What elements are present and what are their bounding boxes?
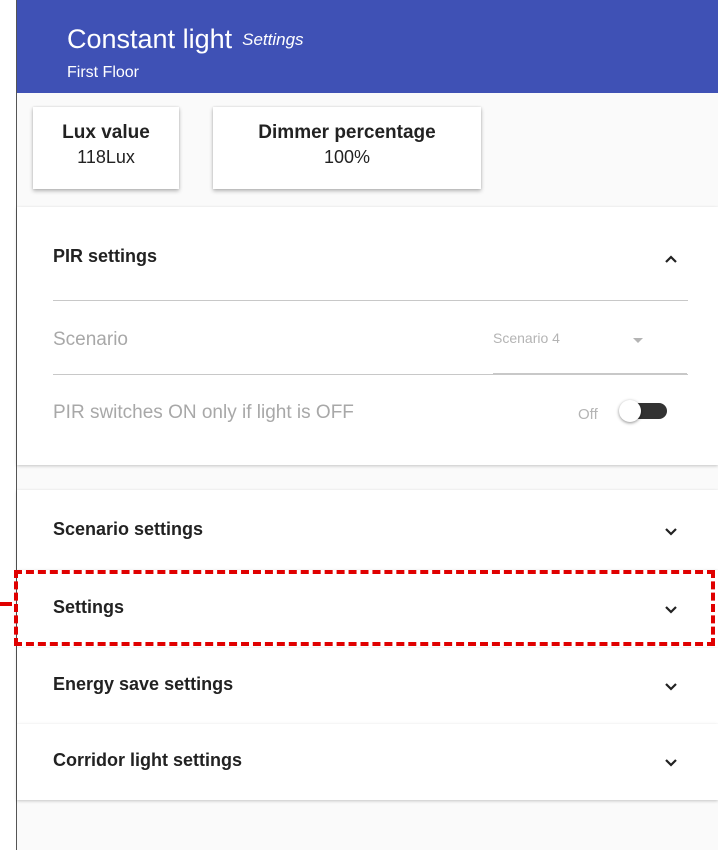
lux-value-card: Lux value 118Lux [33, 107, 179, 189]
settings-panel[interactable]: Settings [17, 570, 718, 648]
chevron-down-icon [665, 528, 677, 536]
scenario-label: Scenario [53, 329, 128, 350]
dimmer-percentage-value: 100% [323, 147, 371, 167]
lux-value: 118Lux [77, 147, 135, 167]
app-header: Constant light Settings First Floor [17, 0, 718, 93]
pir-settings-panel: PIR settings Scenario Scenario 4 PIR swi… [17, 207, 718, 465]
content-area: Lux value 118Lux Dimmer percentage 100% … [17, 93, 718, 850]
energy-save-settings-panel[interactable]: Energy save settings [17, 648, 718, 724]
page-title: Constant light Settings [67, 24, 304, 55]
pir-switch-state: Off [578, 406, 598, 423]
dimmer-percentage-label: Dimmer percentage [258, 122, 436, 143]
chevron-down-icon [665, 683, 677, 691]
scenario-row-divider [53, 374, 688, 375]
scenario-select[interactable]: Scenario 4 [493, 319, 687, 374]
chevron-down-icon [665, 606, 677, 614]
lux-value-label: Lux value [62, 122, 150, 143]
pir-switch-toggle[interactable] [619, 398, 677, 424]
energy-save-settings-title: Energy save settings [53, 674, 234, 694]
highlight-arrow [0, 602, 12, 606]
pir-settings-title[interactable]: PIR settings [53, 246, 157, 267]
scenario-select-value: Scenario 4 [493, 330, 560, 346]
pir-switch-label: PIR switches ON only if light is OFF [53, 402, 354, 423]
toggle-knob [619, 400, 641, 422]
dropdown-arrow-icon [633, 338, 643, 343]
corridor-light-settings-title: Corridor light settings [53, 750, 242, 770]
scenario-settings-panel[interactable]: Scenario settings [17, 490, 718, 570]
dimmer-percentage-card: Dimmer percentage 100% [213, 107, 481, 189]
page-title-text: Constant light [67, 24, 233, 54]
chevron-up-icon[interactable] [660, 248, 682, 270]
pir-header-divider [53, 300, 688, 301]
page-title-suffix: Settings [242, 30, 304, 49]
page-subtitle: First Floor [67, 64, 139, 81]
chevron-down-icon [665, 759, 677, 767]
corridor-light-settings-panel[interactable]: Corridor light settings [17, 724, 718, 800]
settings-title: Settings [53, 597, 125, 617]
scenario-settings-title: Scenario settings [53, 519, 204, 539]
